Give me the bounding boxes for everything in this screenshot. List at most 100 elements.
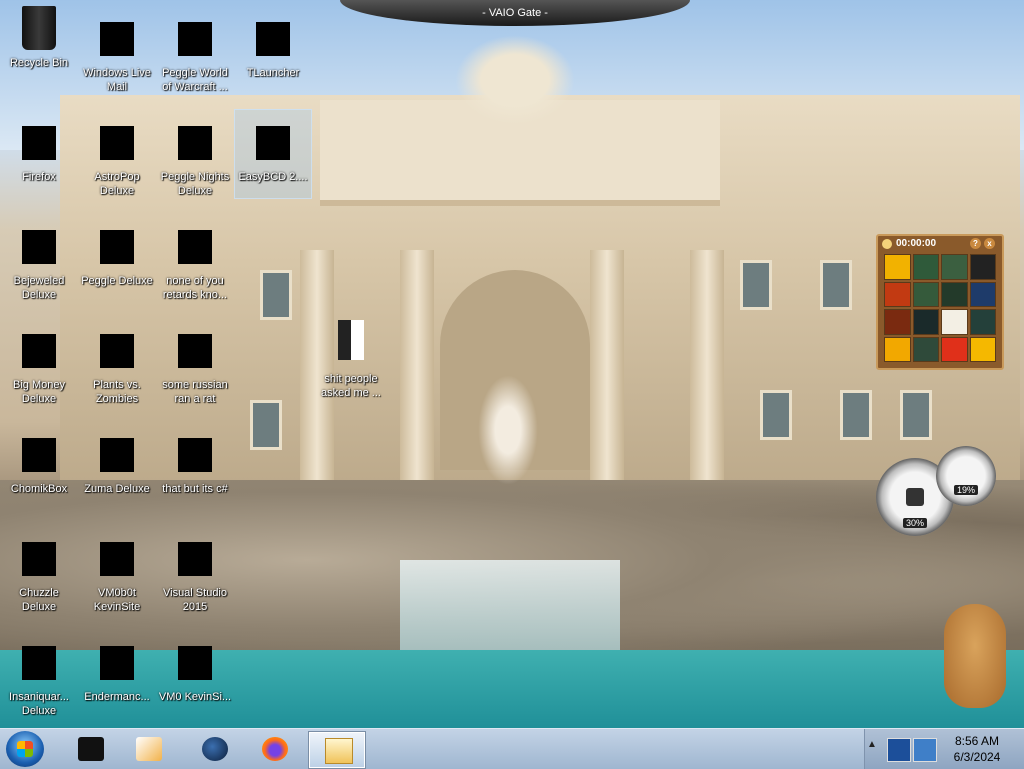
puzzle-tile[interactable] (884, 281, 911, 307)
desktop-icon-peggle-deluxe[interactable]: Peggle Deluxe (79, 230, 155, 288)
desktop-icon-firefox[interactable]: Firefox (1, 126, 77, 184)
taskbar-clock[interactable]: 8:56 AM 6/3/2024 (937, 733, 1017, 765)
game-icon (178, 126, 212, 160)
puzzle-tile[interactable] (884, 336, 911, 362)
icon-label: Peggle Deluxe (81, 275, 153, 287)
icon-label: that but its c# (162, 483, 228, 495)
puzzle-tile[interactable] (969, 254, 996, 280)
icon-label: Recycle Bin (9, 57, 69, 69)
file-icon (178, 334, 212, 368)
taskbar-item-black-box[interactable] (62, 731, 118, 767)
icon-label: Big Money Deluxe (13, 379, 65, 405)
file-icon (100, 646, 134, 680)
visual-studio-icon (178, 542, 212, 576)
game-icon (100, 230, 134, 264)
puzzle-title-bar: 00:00:00 ? x (878, 236, 1002, 252)
game-icon (178, 22, 212, 56)
icon-label: Bejeweled Deluxe (13, 275, 65, 301)
memory-usage-value: 19% (953, 485, 979, 495)
puzzle-tile[interactable] (941, 281, 968, 307)
cpu-usage-value: 30% (902, 518, 928, 528)
desktop-icon-bejeweled[interactable]: Bejeweled Deluxe (1, 230, 77, 302)
hamster-pet-icon[interactable] (944, 604, 1006, 708)
desktop-icon-none-of-you[interactable]: none of you retards kno... (157, 230, 233, 302)
icon-label: Endermanc... (84, 691, 150, 703)
show-hidden-icons-icon[interactable]: ▲ (867, 739, 877, 750)
icon-label: Windows Live Mail (83, 67, 151, 93)
clock-time: 8:56 AM (954, 734, 1000, 748)
black-box-icon (78, 737, 104, 761)
network-icon[interactable] (887, 738, 911, 762)
desktop-icon-easybcd[interactable]: EasyBCD 2.... (234, 109, 312, 199)
clock-icon (882, 239, 892, 249)
memory-meter-gauge[interactable]: 19% (936, 446, 996, 506)
icon-label: Peggle World of Warcraft ... (162, 67, 228, 93)
plant-icon (100, 334, 134, 368)
chomikbox-icon (22, 438, 56, 472)
desktop-icon-big-money[interactable]: Big Money Deluxe (1, 334, 77, 406)
firefox-icon (262, 737, 288, 761)
game-icon (100, 126, 134, 160)
windows-logo-icon (17, 741, 33, 757)
puzzle-tile[interactable] (912, 281, 939, 307)
desktop-icon-windows-live-mail[interactable]: Windows Live Mail (79, 22, 155, 94)
clock-date: 6/3/2024 (953, 750, 1001, 764)
icon-label: shit people asked me ... (321, 373, 381, 399)
taskbar-item-globe[interactable] (186, 731, 242, 767)
mail-icon (100, 22, 134, 56)
desktop-icon-russian-rat[interactable]: some russian ran a rat (157, 334, 233, 406)
icon-label: Insaniquar... Deluxe (9, 691, 69, 717)
icon-label: Plants vs. Zombies (93, 379, 141, 405)
taskbar-item-media-player[interactable] (120, 731, 176, 767)
minecraft-icon (256, 22, 290, 56)
desktop-icon-chuzzle[interactable]: Chuzzle Deluxe (1, 542, 77, 614)
display-icon[interactable] (913, 738, 937, 762)
desktop-icon-tlauncher[interactable]: TLauncher (235, 22, 311, 80)
cpu-chip-icon (906, 488, 924, 506)
game-icon (22, 542, 56, 576)
puzzle-tile[interactable] (969, 281, 996, 307)
taskbar: ▲ 8:56 AM 6/3/2024 (0, 728, 1024, 769)
firefox-icon (22, 126, 56, 160)
puzzle-tile[interactable] (941, 309, 968, 335)
puzzle-tile[interactable] (969, 309, 996, 335)
desktop-icon-peggle-wow[interactable]: Peggle World of Warcraft ... (157, 22, 233, 94)
vaio-gate-title: - VAIO Gate - (482, 7, 548, 19)
puzzle-tile[interactable] (912, 309, 939, 335)
puzzle-tile[interactable] (884, 309, 911, 335)
taskbar-item-firefox[interactable] (246, 731, 302, 767)
icon-label: Firefox (22, 171, 56, 183)
desktop-icon-that-but-csharp[interactable]: that but its c# (157, 438, 233, 496)
puzzle-tile[interactable] (969, 336, 996, 362)
game-icon (22, 646, 56, 680)
desktop-icon-chomikbox[interactable]: ChomikBox (1, 438, 77, 496)
picture-puzzle-gadget[interactable]: 00:00:00 ? x (876, 234, 1004, 370)
puzzle-tile[interactable] (884, 254, 911, 280)
icon-label: EasyBCD 2.... (238, 171, 308, 183)
desktop-icon-peggle-nights[interactable]: Peggle Nights Deluxe (157, 126, 233, 198)
file-icon (100, 542, 134, 576)
desktop-icon-astropop[interactable]: AstroPop Deluxe (79, 126, 155, 198)
puzzle-help-button[interactable]: ? (970, 238, 981, 249)
desktop-icon-recycle-bin[interactable]: Recycle Bin (1, 6, 77, 70)
puzzle-tile[interactable] (941, 254, 968, 280)
desktop-icon-vm0-kevinsite[interactable]: VM0 KevinSi... (157, 646, 233, 704)
desktop-icon-visual-studio[interactable]: Visual Studio 2015 (157, 542, 233, 614)
puzzle-tile[interactable] (912, 254, 939, 280)
puzzle-close-button[interactable]: x (984, 238, 995, 249)
puzzle-tile[interactable] (912, 336, 939, 362)
globe-icon (202, 737, 228, 761)
puzzle-tile[interactable] (941, 336, 968, 362)
puzzle-grid[interactable] (884, 254, 996, 362)
desktop-icon-zuma[interactable]: Zuma Deluxe (79, 438, 155, 496)
desktop-icon-plants-vs-zombies[interactable]: Plants vs. Zombies (79, 334, 155, 406)
desktop-icon-vm0b0t[interactable]: VM0b0t KevinSite (79, 542, 155, 614)
recycle-bin-icon (22, 6, 56, 50)
desktop-icon-endermanc[interactable]: Endermanc... (79, 646, 155, 704)
desktop-icon-insaniquarium[interactable]: Insaniquar... Deluxe (1, 646, 77, 718)
icon-label: Visual Studio 2015 (162, 587, 227, 613)
taskbar-item-explorer[interactable] (308, 731, 366, 769)
icon-label: Peggle Nights Deluxe (160, 171, 230, 197)
start-button[interactable] (6, 731, 44, 767)
desktop-icon-shit-people-asked[interactable]: shit people asked me ... (313, 320, 389, 400)
